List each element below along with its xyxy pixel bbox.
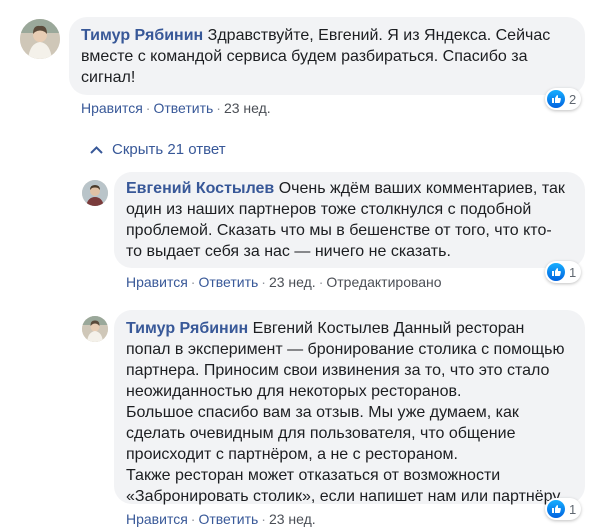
reply-link[interactable]: Ответить <box>198 511 258 527</box>
reaction-count[interactable]: 2 <box>545 88 582 110</box>
comment-bubble: Евгений Костылев Очень ждём ваших коммен… <box>114 172 585 268</box>
hide-replies-label: Скрыть 21 ответ <box>112 141 226 158</box>
comment-text: вместе с командой сервиса будем разбират… <box>81 48 528 65</box>
avatar[interactable] <box>82 180 108 206</box>
comment-actions: Нравится · Ответить · 23 нед. · Отредактирован… <box>126 274 442 290</box>
timestamp[interactable]: 23 нед. <box>269 511 316 527</box>
thumbs-up-icon <box>547 500 565 518</box>
comment-text: Очень ждём ваших комментариев, так <box>278 180 565 197</box>
timestamp[interactable]: 23 нед. <box>224 100 271 116</box>
comment-bubble: Тимур Рябинин Евгений Костылев Данный ре… <box>114 310 585 505</box>
reaction-number: 1 <box>569 501 577 517</box>
comment-author[interactable]: Тимур Рябинин <box>126 320 248 337</box>
comment-text: то выдает себя за нас — ничего не сказат… <box>126 243 451 260</box>
comment-text: партнера. Приносим свои извинения за то,… <box>126 362 550 379</box>
comment-author[interactable]: Евгений Костылев <box>126 180 274 197</box>
comment-text: неожиданностью для некоторых ресторанов. <box>126 383 462 400</box>
chevron-up-icon <box>90 145 103 154</box>
reaction-number: 2 <box>569 91 577 107</box>
comment-text: один из наших партнеров тоже столкнулся … <box>126 201 532 218</box>
like-link[interactable]: Нравится <box>126 511 188 527</box>
reaction-number: 1 <box>569 264 577 280</box>
like-link[interactable]: Нравится <box>126 274 188 290</box>
comment-text: сигнал! <box>81 69 136 86</box>
comment-bubble: Тимур Рябинин Здравствуйте, Евгений. Я и… <box>69 17 585 95</box>
avatar[interactable] <box>20 19 60 59</box>
thumbs-up-icon <box>547 90 565 108</box>
comment-text: Здравствуйте, Евгений. Я из Яндекса. Сей… <box>207 27 551 44</box>
person-avatar-icon <box>82 316 108 342</box>
comment-text: Большое спасибо вам за отзыв. Мы уже дум… <box>126 404 519 421</box>
reaction-count[interactable]: 1 <box>545 261 582 283</box>
comment-text: проблемой. Сказать что мы в бешенстве от… <box>126 222 552 239</box>
reaction-count[interactable]: 1 <box>545 498 582 520</box>
comment-text: Евгений Костылев Данный ресторан <box>252 320 525 337</box>
person-avatar-icon <box>20 19 60 59</box>
person-avatar-icon <box>82 180 108 206</box>
comment-actions: Нравится · Ответить · 23 нед. <box>81 100 271 116</box>
comment-author[interactable]: Тимур Рябинин <box>81 27 203 44</box>
comment-text: «Забронировать столик», если напишет нам… <box>126 488 564 505</box>
hide-replies-link[interactable]: Скрыть 21 ответ <box>90 141 226 158</box>
edited-label[interactable]: Отредактировано <box>326 274 441 290</box>
like-link[interactable]: Нравится <box>81 100 143 116</box>
comment-text: Также ресторан может отказаться от возмо… <box>126 467 501 484</box>
comment-text: сделать очевидным для пользователя, что … <box>126 425 516 442</box>
thumbs-up-icon <box>547 263 565 281</box>
reply-link[interactable]: Ответить <box>198 274 258 290</box>
comment-text: происходит с партнёром, а не с ресторано… <box>126 446 458 463</box>
comment-actions: Нравится · Ответить · 23 нед. <box>126 511 316 527</box>
avatar[interactable] <box>82 316 108 342</box>
comment-text: попал в эксперимент — бронирование столи… <box>126 341 565 358</box>
timestamp[interactable]: 23 нед. <box>269 274 316 290</box>
reply-link[interactable]: Ответить <box>153 100 213 116</box>
